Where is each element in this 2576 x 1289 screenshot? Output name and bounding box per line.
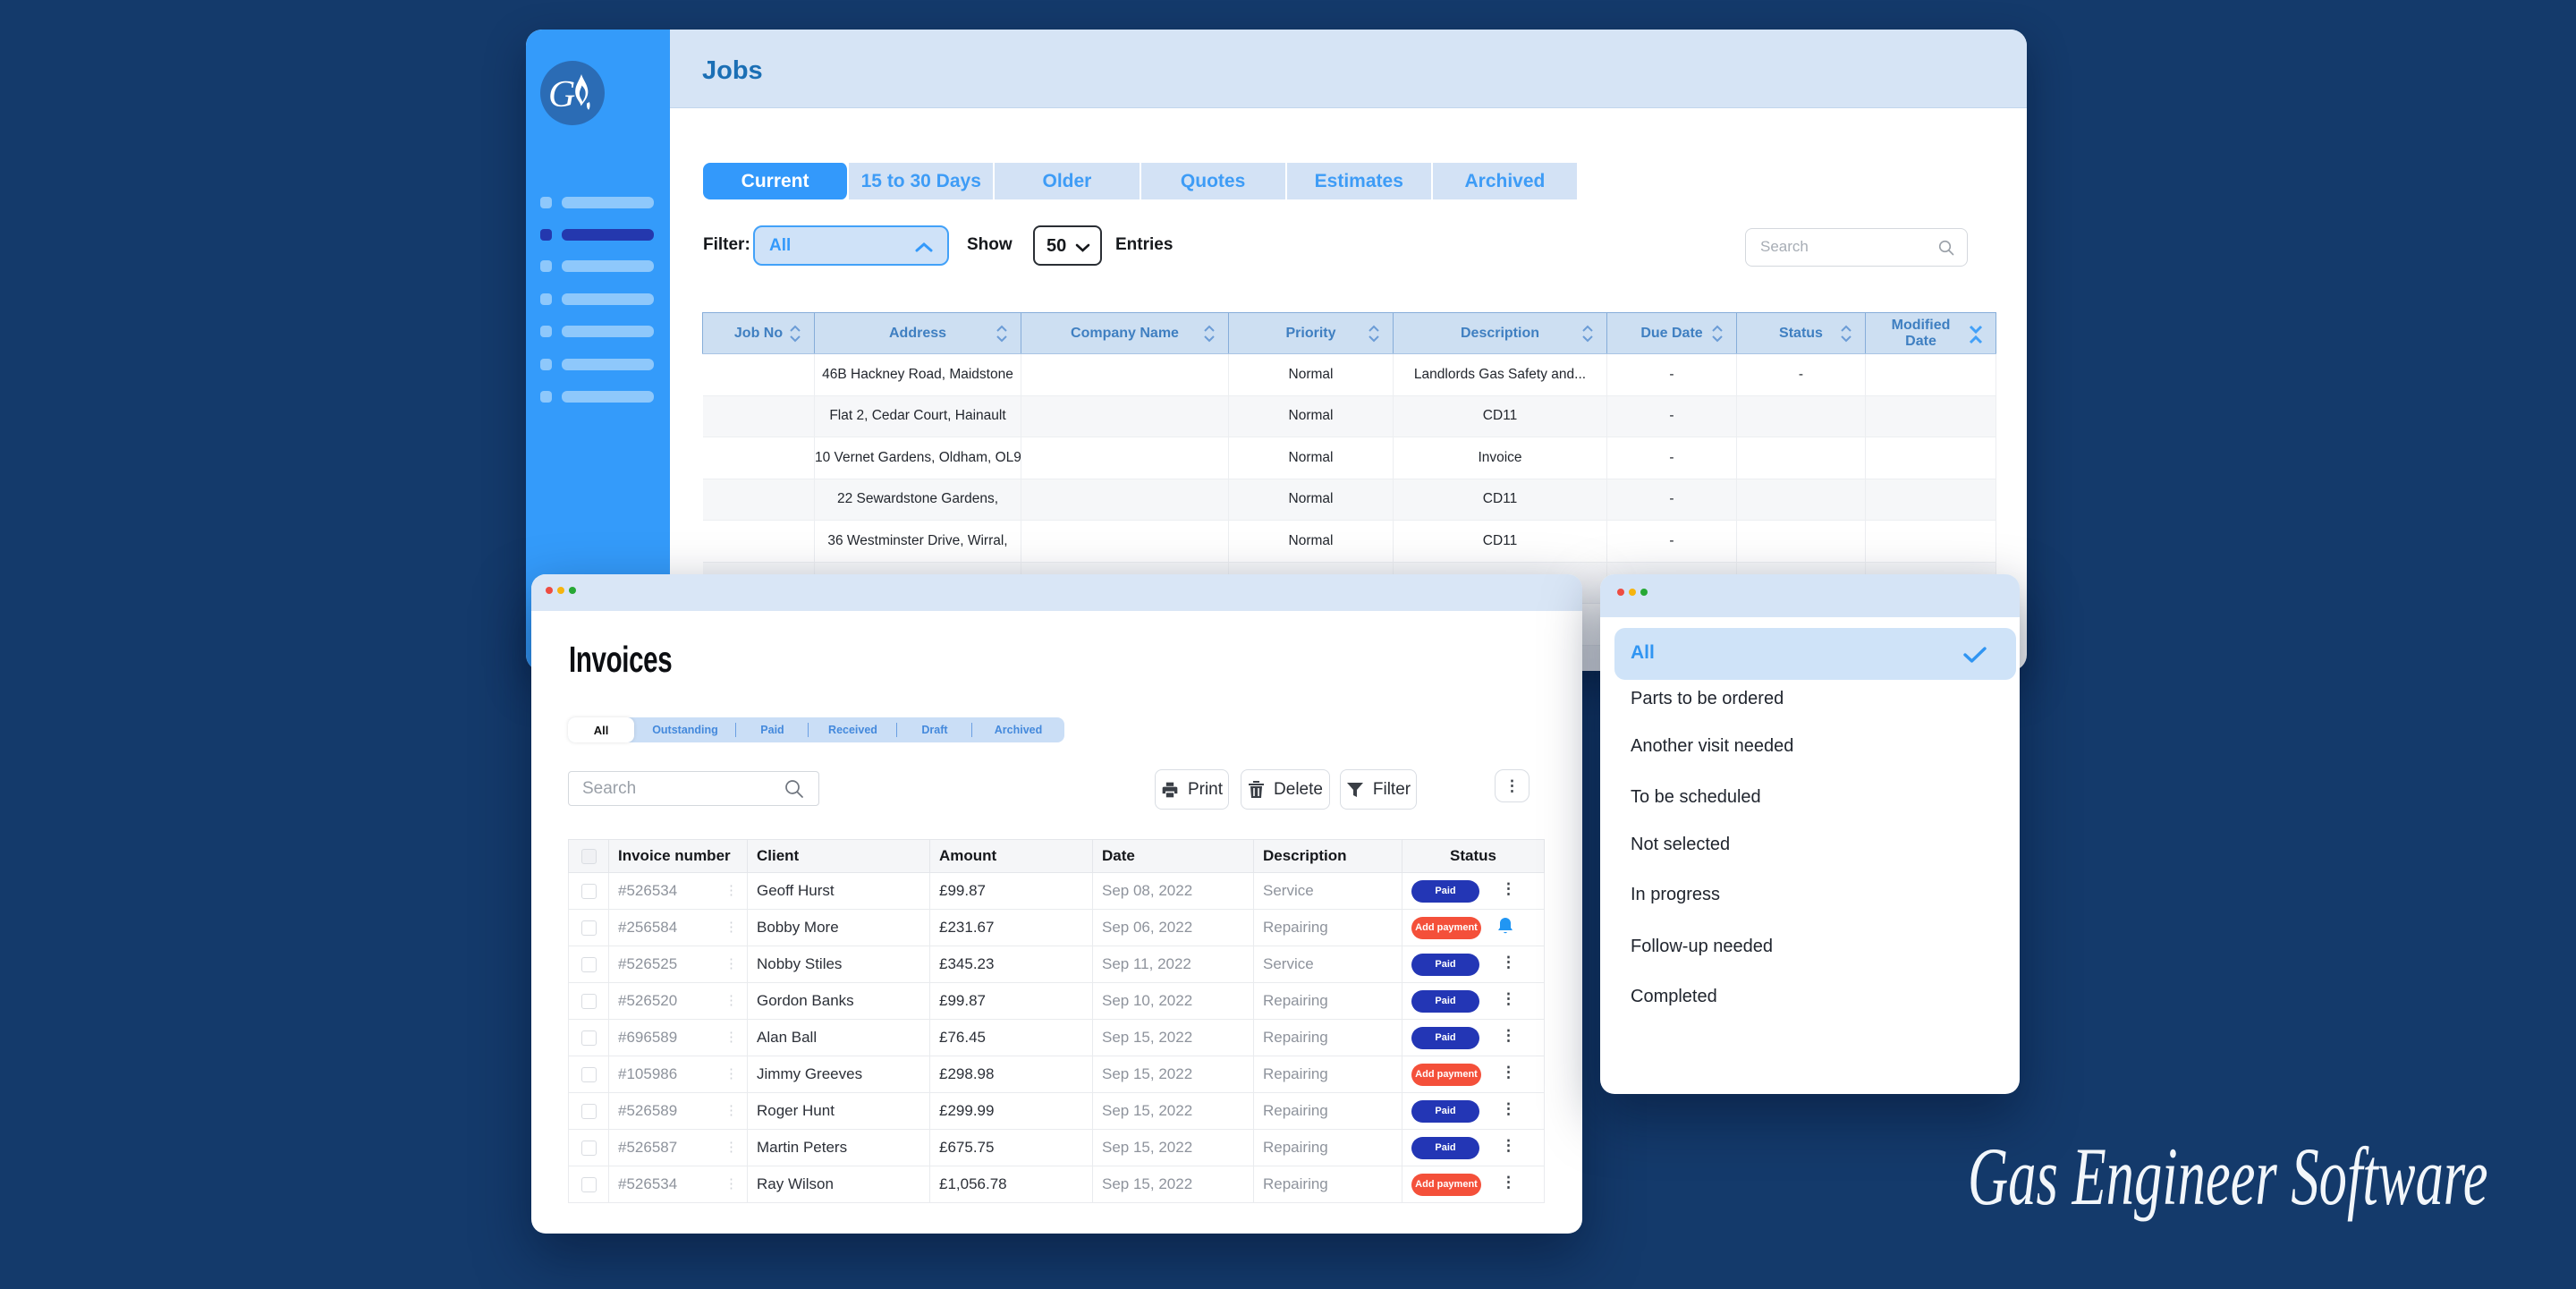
svg-text:G: G <box>548 74 575 115</box>
